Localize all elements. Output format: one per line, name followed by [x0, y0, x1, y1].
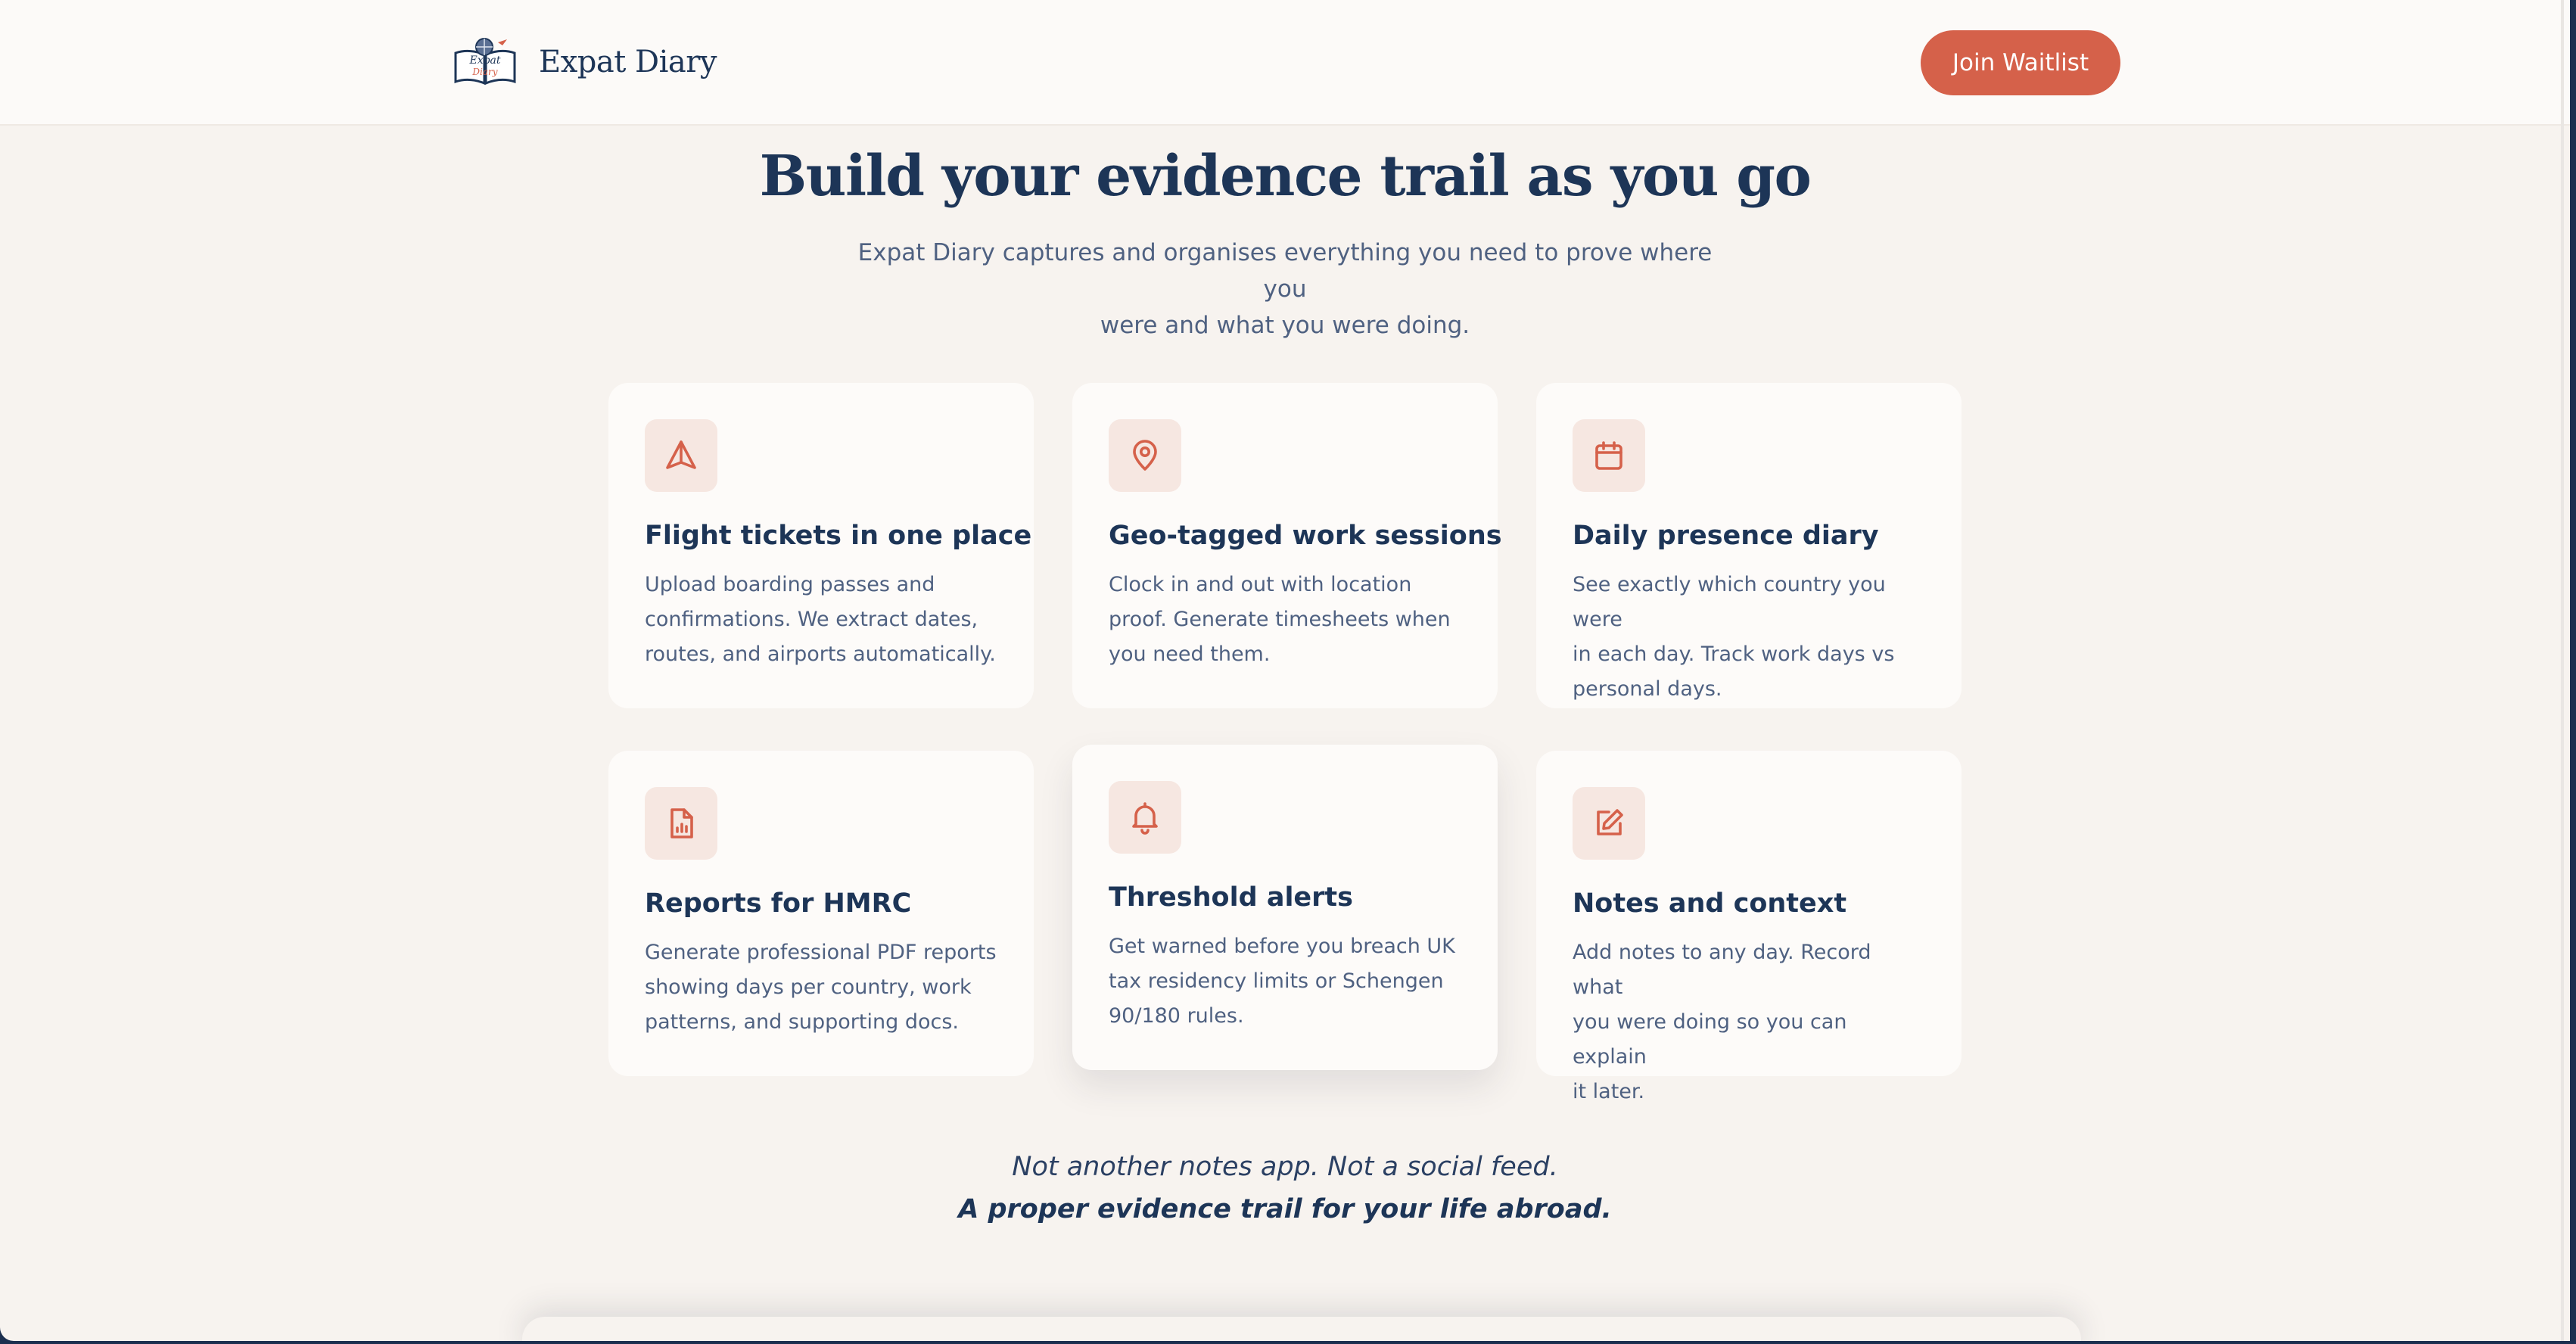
feature-desc-line: Upload boarding passes and: [645, 573, 935, 596]
feature-desc-line: 90/180 rules.: [1109, 1004, 1244, 1028]
feature-card-geo-tagged-sessions: Geo-tagged work sessions Clock in and ou…: [1072, 383, 1502, 708]
feature-card-notes-context: Notes and context Add notes to any day. …: [1536, 751, 1962, 1103]
feature-desc-line: tax residency limits or Schengen: [1109, 969, 1444, 993]
feature-title: Flight tickets in one place: [645, 521, 1032, 551]
feature-desc-line: confirmations. We extract dates,: [645, 608, 978, 631]
send-triangle-icon: [666, 440, 696, 469]
tagline-line-2: A proper evidence trail for your life ab…: [958, 1194, 1612, 1224]
feature-desc-line: Clock in and out with location: [1109, 573, 1412, 596]
feature-title: Geo-tagged work sessions: [1109, 521, 1502, 551]
join-waitlist-button[interactable]: Join Waitlist: [1921, 30, 2120, 95]
bell-icon: [1132, 802, 1158, 835]
feature-icon-box: [1573, 787, 1645, 860]
feature-desc-line: you were doing so you can explain: [1573, 1010, 1847, 1069]
feature-card-daily-presence: Daily presence diary See exactly which c…: [1536, 383, 1962, 708]
feature-description: See exactly which country you were in ea…: [1573, 568, 1925, 707]
map-pin-icon: [1133, 440, 1157, 471]
feature-icon-box: [1109, 781, 1181, 854]
feature-desc-line: Get warned before you breach UK: [1109, 935, 1455, 958]
hero-title: Build your evidence trail as you go: [759, 144, 1812, 209]
feature-title: Daily presence diary: [1573, 521, 1879, 551]
feature-icon-box: [645, 787, 717, 860]
feature-desc-line: personal days.: [1573, 677, 1722, 701]
feature-description: Add notes to any day. Record what you we…: [1573, 935, 1925, 1109]
feature-description: Clock in and out with location proof. Ge…: [1109, 568, 1461, 672]
feature-desc-line: patterns, and supporting docs.: [645, 1010, 959, 1034]
feature-desc-line: Add notes to any day. Record what: [1573, 941, 1871, 999]
feature-icon-box: [1109, 419, 1181, 492]
tagline-line-1: Not another notes app. Not a social feed…: [1012, 1152, 1558, 1182]
feature-icon-box: [1573, 419, 1645, 492]
feature-desc-line: See exactly which country you were: [1573, 573, 1886, 631]
feature-desc-line: it later.: [1573, 1080, 1645, 1103]
feature-card-flight-tickets: Flight tickets in one place Upload board…: [608, 383, 1034, 708]
feature-desc-line: in each day. Track work days vs: [1573, 642, 1895, 666]
brand-logo[interactable]: Expat Diary Expat Diary: [453, 36, 717, 88]
feature-desc-line: routes, and airports automatically.: [645, 642, 996, 666]
hero-subtitle-line-2: were and what you were doing.: [1100, 312, 1470, 339]
feature-desc-line: showing days per country, work: [645, 975, 972, 999]
feature-title: Threshold alerts: [1109, 882, 1353, 913]
brand-name: Expat Diary: [539, 45, 717, 79]
edit-icon: [1597, 809, 1623, 835]
document-chart-icon: [670, 808, 693, 838]
feature-description: Get warned before you breach UK tax resi…: [1109, 929, 1461, 1034]
feature-description: Upload boarding passes and confirmations…: [645, 568, 997, 672]
feature-desc-line: proof. Generate timesheets when: [1109, 608, 1451, 631]
feature-title: Notes and context: [1573, 888, 1847, 919]
book-globe-logo-icon: Expat Diary: [454, 38, 516, 86]
landing-page: Expat Diary Expat Diary Join Waitlist Bu…: [0, 0, 2570, 1341]
calendar-icon: [1595, 441, 1622, 470]
next-section-edge: [522, 1317, 2081, 1341]
feature-card-hmrc-reports: Reports for HMRC Generate professional P…: [608, 751, 1034, 1076]
feature-description: Generate professional PDF reports showin…: [645, 935, 997, 1040]
feature-desc-line: Generate professional PDF reports: [645, 941, 997, 964]
feature-desc-line: you need them.: [1109, 642, 1271, 666]
site-header: Expat Diary Expat Diary Join Waitlist: [0, 0, 2570, 126]
feature-card-threshold-alerts: Threshold alerts Get warned before you b…: [1072, 745, 1498, 1070]
logo-text-bottom: Diary: [471, 67, 497, 77]
hero-subtitle-line-1: Expat Diary captures and organises every…: [857, 239, 1713, 303]
feature-title: Reports for HMRC: [645, 888, 912, 919]
feature-icon-box: [645, 419, 717, 492]
logo-text-top: Expat: [468, 54, 500, 67]
page-scrollbar[interactable]: [2561, 0, 2564, 1341]
hero-subtitle: Expat Diary captures and organises every…: [846, 235, 1724, 344]
